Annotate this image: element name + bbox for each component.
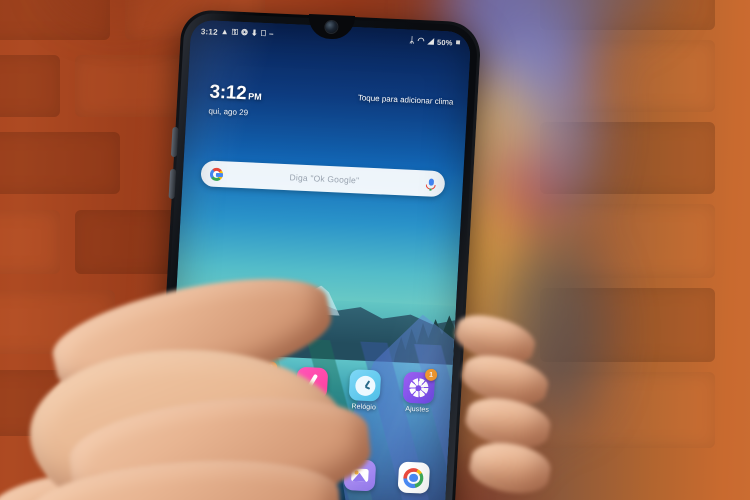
signal-icon: ◢ [427,36,435,46]
battery-icon: ■ [455,37,461,47]
status-right-group: ᛦ ◠ ◢ 50% ■ [409,36,461,47]
front-camera-icon [325,20,338,34]
app-label: Ajustes [405,405,430,414]
chrome-browser-icon[interactable] [397,461,430,494]
download-icon: ⬇ [250,28,259,38]
clock-ampm: PM [247,91,262,102]
app-label: Relógio [351,403,377,412]
photo-scene: 3:12 ▲ ⚿ ❂ ⬇ ⎕ – ᛦ ◠ ◢ 50% ■ 3:12PM qui,… [0,0,750,500]
google-g-logo [209,167,224,181]
notification-badge: 1 [424,368,438,382]
status-time: 3:12 [200,26,219,37]
bluetooth-icon: ᛦ [409,35,415,45]
search-input[interactable]: Diga "Ok Google" [223,169,426,188]
warning-triangle-icon: ▲ [220,26,230,37]
status-left-group: 3:12 ▲ ⚿ ❂ ⬇ ⎕ – [201,27,274,39]
lock-icon: ⚿ [231,27,239,37]
sim-card-icon: ⎕ [260,28,267,39]
dock-item-chrome[interactable] [388,461,440,494]
app-clock[interactable]: Relógio [339,369,391,412]
sync-icon: ❂ [240,27,249,38]
dash-icon: – [268,29,274,39]
wifi-icon: ◠ [417,35,425,46]
microphone-icon[interactable] [425,177,436,191]
clock-time-row: 3:12PM [208,81,262,105]
battery-percent: 50% [436,37,453,47]
app-settings[interactable]: 1 Ajustes [392,368,444,414]
clock-widget[interactable]: 3:12PM qui, ago 29 [208,81,262,118]
clock-time: 3:12 [208,81,247,105]
clock-icon[interactable] [348,369,382,402]
